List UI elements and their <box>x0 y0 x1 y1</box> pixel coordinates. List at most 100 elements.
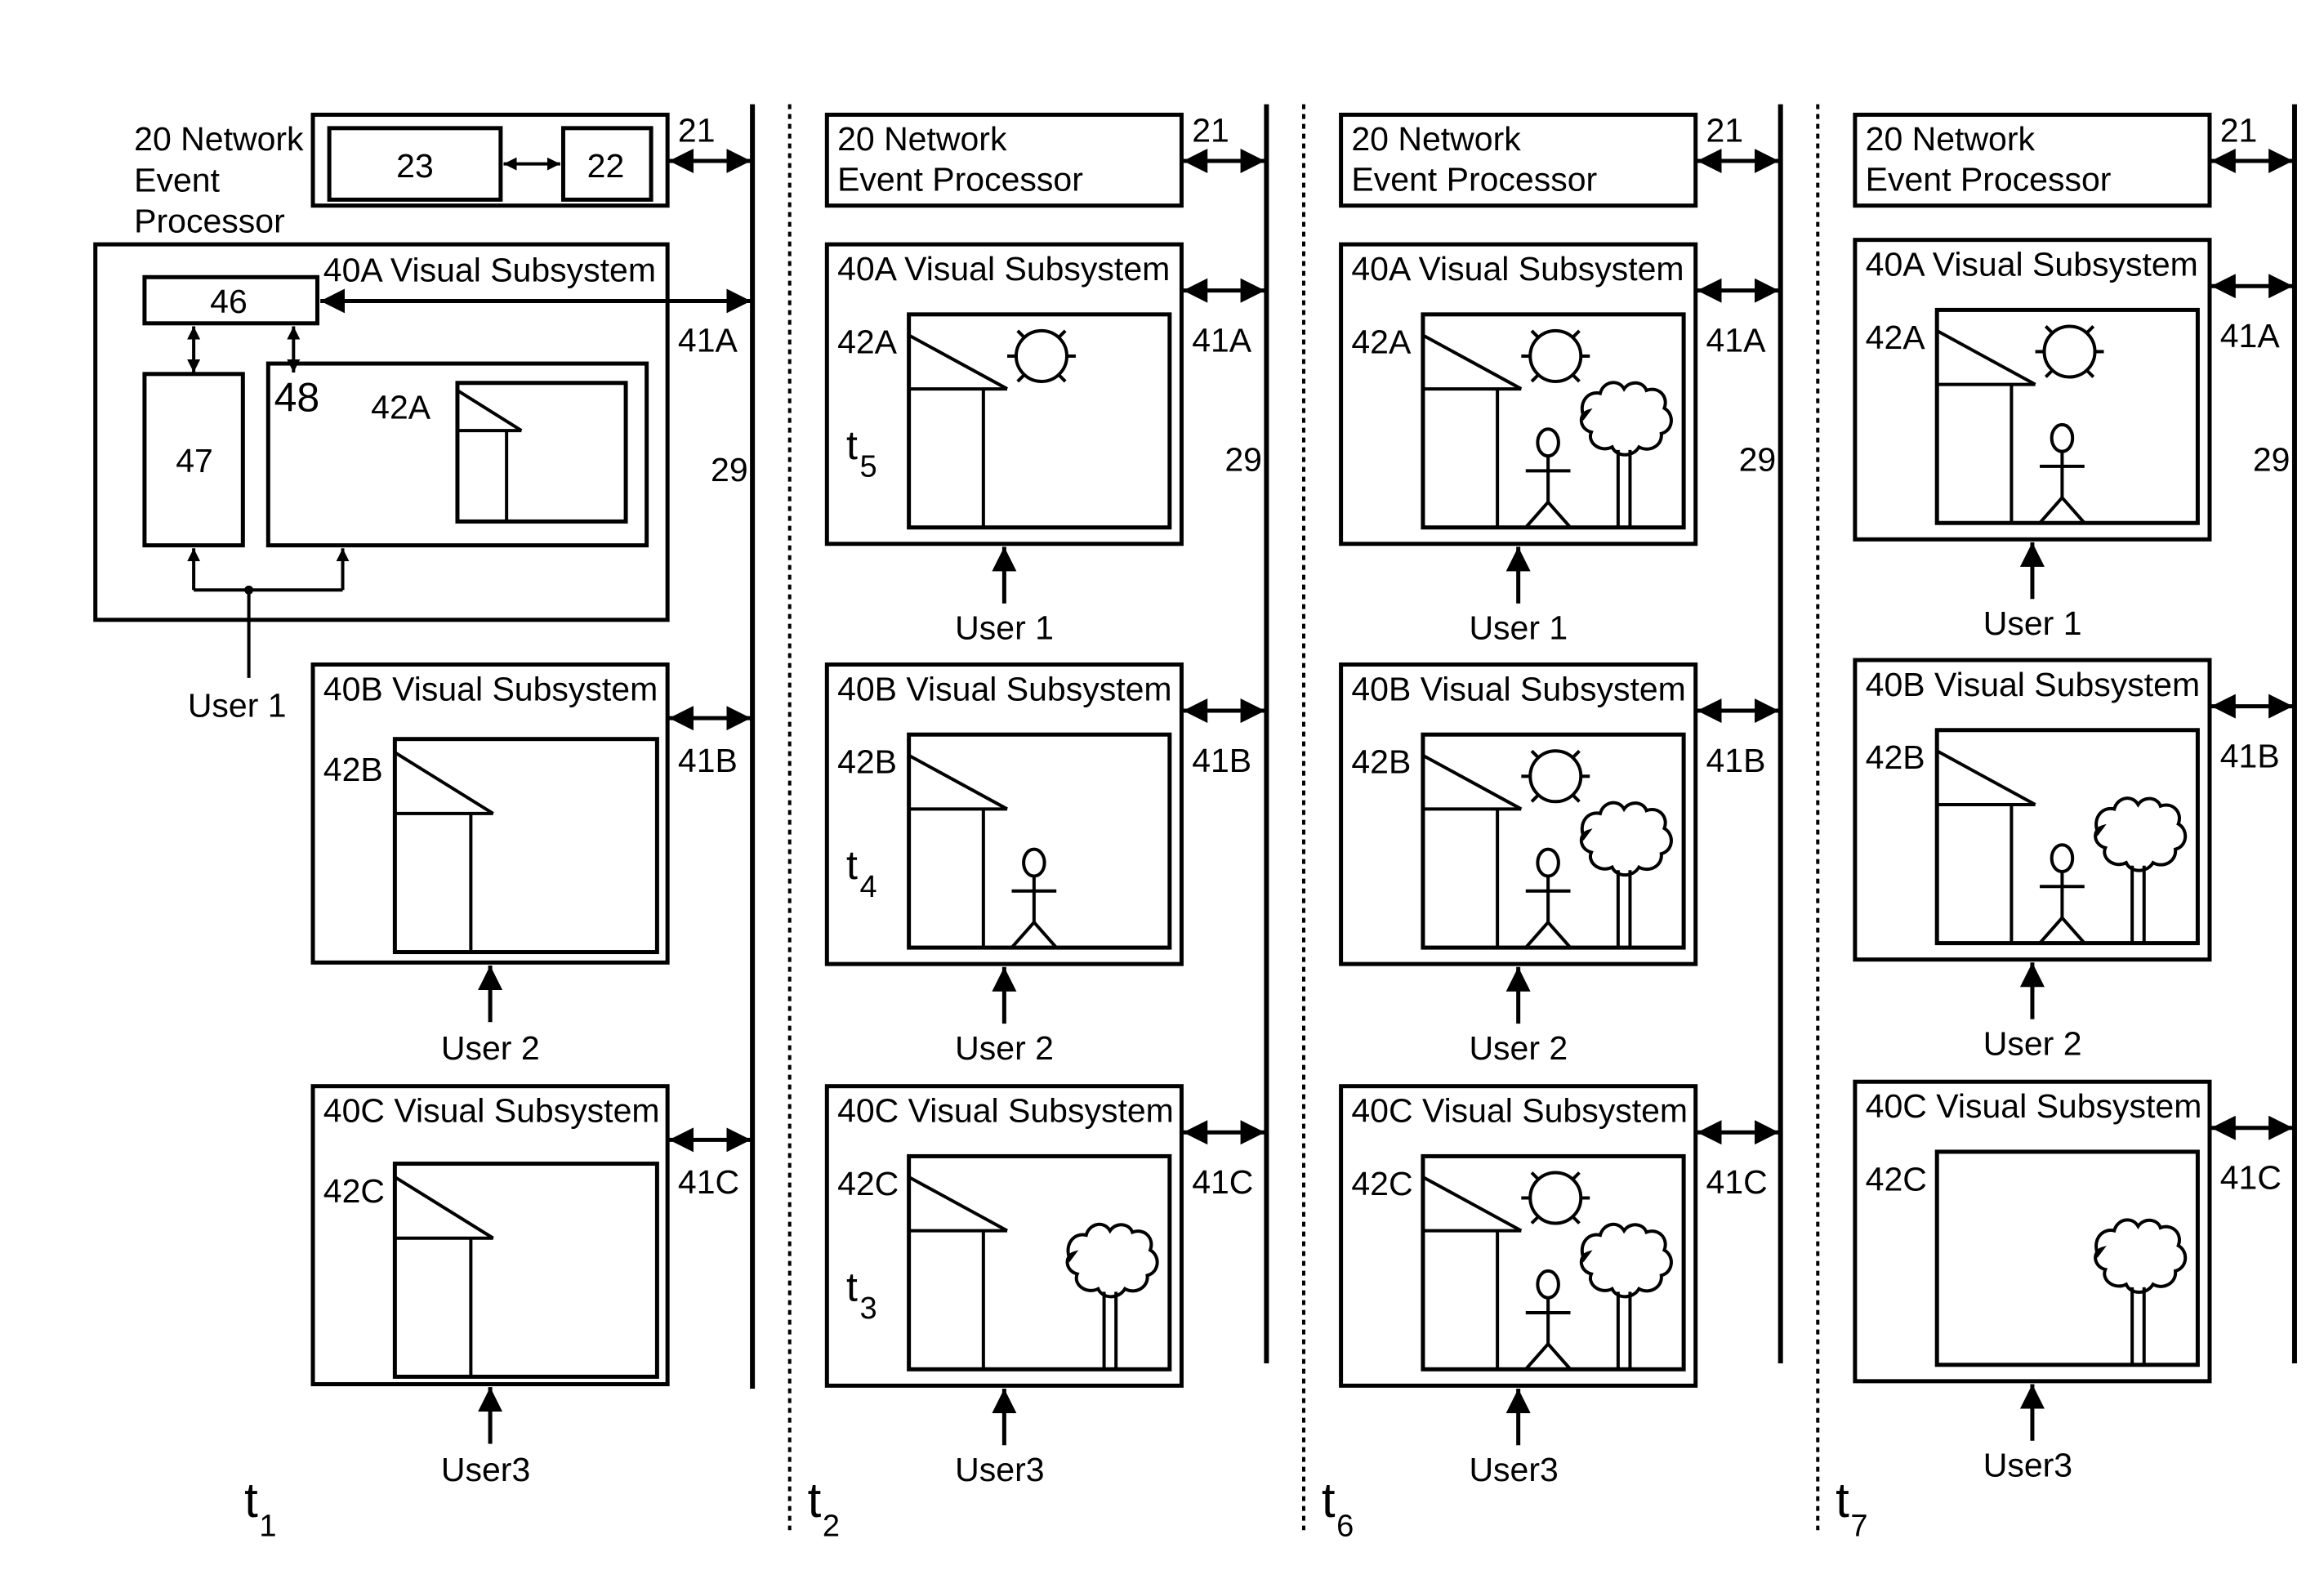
sun-ray <box>1056 372 1067 383</box>
block-47-label: 47 <box>176 442 213 480</box>
user-label: User3 <box>1469 1451 1558 1488</box>
nep-label: Event Processor <box>837 160 1083 198</box>
visual-subsystem-40A: 40A Visual Subsystem 42A <box>1339 242 1779 604</box>
sun-ray <box>1056 329 1067 340</box>
person-head <box>2050 843 2075 874</box>
tree-icon <box>2094 796 2188 943</box>
panel-t1: 20 NetworkEventProcessor23 22212940A Visu… <box>93 104 756 1544</box>
user-label: User 2 <box>1983 1024 2082 1062</box>
tree-crown <box>1579 1222 1673 1299</box>
screen-frame <box>1934 1149 2200 1367</box>
display-screen <box>1421 732 1686 950</box>
roof-line <box>394 751 494 815</box>
person-leg <box>1524 501 1550 529</box>
tree-crown <box>1579 801 1673 877</box>
person-head <box>1536 1269 1560 1300</box>
sun-ray <box>2085 368 2095 378</box>
sun-icon <box>1007 328 1076 383</box>
bus-label-29: 29 <box>1739 440 1777 478</box>
visual-subsystem-40A: 40A Visual Subsystem 42A t 5 <box>824 242 1265 604</box>
roof-line <box>908 333 1008 390</box>
subsystem-title: 40C Visual Subsystem <box>1351 1091 1688 1129</box>
screen-frame <box>907 1153 1172 1372</box>
sun-ray <box>1530 372 1541 383</box>
person-head <box>2050 422 2075 453</box>
bus-label-29: 29 <box>1224 440 1262 478</box>
time-label-subscript: 3 <box>859 1291 877 1326</box>
subsystem-title: 40A Visual Subsystem <box>1351 250 1684 288</box>
display-screen <box>907 1153 1172 1372</box>
time-label-t2: t2 <box>808 1473 840 1544</box>
tree-icon <box>1579 381 1673 528</box>
time-label-t: t <box>244 1473 258 1528</box>
time-label-subscript: 1 <box>259 1510 276 1544</box>
link-label: 41A <box>1192 321 1252 359</box>
screen-label: 42C <box>1351 1165 1412 1202</box>
screen-label: 42A <box>1351 323 1412 360</box>
sun-ray <box>1570 1214 1581 1224</box>
time-label-t6: t6 <box>1322 1473 1354 1544</box>
house-icon <box>1421 754 1523 948</box>
subsystem-frame <box>824 242 1184 546</box>
display-screen <box>1934 728 2200 946</box>
time-label-subscript: 6 <box>1336 1510 1354 1544</box>
visual-subsystem-40C: 40C Visual Subsystem 42C t 3 <box>824 1084 1265 1446</box>
person-icon <box>2038 422 2086 524</box>
tree-crown <box>1579 381 1673 457</box>
time-label-t: t <box>846 1264 858 1309</box>
time-label-t7: t7 <box>1836 1473 1867 1544</box>
link-label: 41C <box>2220 1159 2282 1197</box>
time-label-subscript: 5 <box>859 450 877 484</box>
display-screen <box>1934 1149 2200 1367</box>
screen-label: 42C <box>837 1165 899 1202</box>
nep-label: Event Processor <box>1351 160 1597 198</box>
visual-subsystem-40C: 40C Visual Subsystem 42C <box>310 1084 752 1444</box>
sun-icon <box>1521 1171 1590 1225</box>
person-icon <box>1524 427 1572 529</box>
house-icon <box>1936 329 2036 524</box>
block-48-label: 48 <box>274 374 320 420</box>
roof-line <box>908 754 1008 811</box>
link-label: 41C <box>1192 1163 1253 1201</box>
subsystem-frame <box>1853 658 2212 962</box>
roof-line <box>1936 749 2036 806</box>
person-head <box>1022 847 1046 878</box>
time-label-t: t <box>808 1473 822 1528</box>
link-21-label: 21 <box>678 111 716 149</box>
screen-frame <box>392 737 659 955</box>
subsystem-title: 40B Visual Subsystem <box>837 670 1171 707</box>
link-label: 41B <box>2220 737 2280 774</box>
subsystem-frame <box>1339 662 1698 966</box>
visual-subsystem-40A: 40A Visual Subsystem 46 47 48 42A <box>93 242 752 678</box>
time-label-subscript: 4 <box>859 870 877 904</box>
subsystem-title: 40C Visual Subsystem <box>837 1091 1174 1129</box>
subsystem-title: 40A Visual Subsystem <box>837 250 1170 288</box>
display-screen <box>1421 1153 1686 1372</box>
subsystem-frame <box>1339 242 1698 546</box>
sun-ray <box>1016 329 1027 340</box>
subsystem-title: 40B Visual Subsystem <box>323 670 658 707</box>
tree-crown <box>2094 1218 2188 1294</box>
person-leg <box>1524 921 1550 949</box>
block-22-label: 22 <box>587 147 625 185</box>
house-icon <box>1421 1175 1523 1370</box>
tree-icon <box>1065 1222 1159 1370</box>
nep-label: 20 Network <box>134 120 304 158</box>
person-leg <box>2060 496 2086 524</box>
tree-icon <box>1579 1222 1673 1370</box>
user-label: User3 <box>441 1451 530 1488</box>
subsystem-title: 40A Visual Subsystem <box>1866 245 2198 283</box>
user-label: User 1 <box>1469 609 1568 646</box>
screen-label: 42B <box>837 743 897 781</box>
link-41A-label: 41A <box>678 321 738 359</box>
person-icon <box>1524 847 1572 949</box>
panel-t6: 20 NetworkEvent Processor212940A Visual … <box>1322 104 1783 1544</box>
subsystem-frame <box>824 1084 1184 1388</box>
person-head <box>1536 847 1560 878</box>
subsystem-title: 40C Visual Subsystem <box>1866 1087 2202 1125</box>
user-label: User 2 <box>441 1029 540 1067</box>
nep-label: 20 Network <box>837 120 1007 158</box>
screen-label: 42B <box>1866 738 1925 776</box>
time-label-t: t <box>1322 1473 1336 1528</box>
display-screen <box>455 381 628 524</box>
